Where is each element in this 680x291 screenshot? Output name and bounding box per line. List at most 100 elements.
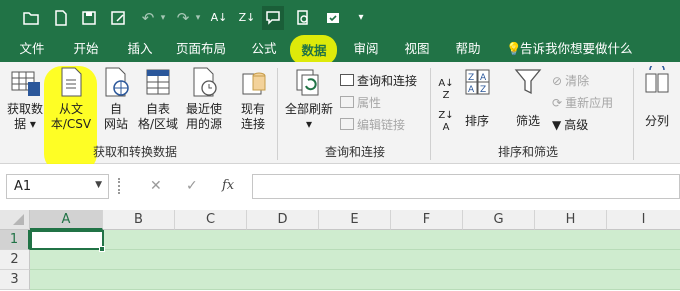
approve-icon[interactable]	[322, 6, 344, 30]
group-label-queries: 查询和连接	[324, 145, 385, 159]
insert-function-icon[interactable]: fx	[222, 178, 234, 193]
sort-ascending-icon[interactable]: A↓	[208, 6, 230, 30]
group-label-get-transform: 获取和转换数据	[92, 145, 177, 159]
column-header[interactable]: B	[103, 210, 175, 230]
queries-label: 查询和连接	[357, 74, 418, 88]
column-header[interactable]: H	[535, 210, 607, 230]
sort-icon: Z AA Z	[465, 69, 490, 95]
column-header[interactable]: E	[319, 210, 391, 230]
customize-qat-icon[interactable]: ▾	[350, 6, 372, 30]
text-to-columns-button[interactable]: 分列	[638, 62, 676, 138]
undo-dropdown-icon[interactable]: ▾	[152, 6, 174, 30]
tab-formulas[interactable]: 公式	[240, 36, 288, 62]
sort-az-icon: A↓ Z	[438, 78, 454, 101]
name-box-value: A1	[14, 179, 32, 194]
svg-text:A: A	[480, 73, 487, 83]
resize-handle[interactable]	[118, 178, 121, 194]
recent-sources-label-2: 用的源	[185, 117, 222, 131]
tab-view[interactable]: 视图	[393, 36, 441, 62]
fill-handle[interactable]	[99, 246, 105, 252]
refresh-all-label: 全部刷新	[284, 102, 333, 116]
from-csv-label-2: 本/CSV	[50, 117, 92, 131]
tab-review[interactable]: 审阅	[342, 36, 390, 62]
table-row[interactable]	[30, 270, 680, 290]
refresh-all-button[interactable]: 全部刷新 ▾	[282, 66, 336, 138]
from-text-csv-button[interactable]: 从文 本/CSV	[48, 66, 94, 138]
row-header[interactable]: 3	[0, 270, 30, 290]
column-header[interactable]: C	[175, 210, 247, 230]
formula-input[interactable]	[252, 174, 680, 199]
sort-za-button[interactable]: Z↓ A	[436, 110, 456, 134]
sort-za-icon: Z↓ A	[438, 110, 454, 133]
tab-insert[interactable]: 插入	[116, 36, 164, 62]
ribbon-data: 获取数 据 ▾ 从文 本/CSV 自 网站 自表 格/区域 最近使 用的源 现有…	[0, 62, 680, 172]
comment-icon[interactable]	[262, 6, 284, 30]
print-preview-icon[interactable]	[292, 6, 314, 30]
tab-data[interactable]: 数据	[294, 40, 334, 62]
open-folder-icon[interactable]	[20, 6, 42, 30]
name-box[interactable]: A1 ▼	[6, 174, 109, 199]
tell-me-box[interactable]: 💡告诉我你想要做什么	[506, 36, 646, 62]
properties-icon	[340, 96, 354, 108]
recent-sources-button[interactable]: 最近使 用的源	[181, 66, 227, 138]
sort-label: 排序	[464, 114, 489, 128]
tab-help[interactable]: 帮助	[444, 36, 492, 62]
filter-label: 筛选	[515, 114, 540, 128]
sort-descending-icon[interactable]: Z↓	[236, 6, 258, 30]
sort-az-button[interactable]: A↓ Z	[436, 78, 456, 102]
from-table-range-button[interactable]: 自表 格/区域	[136, 66, 180, 138]
save-icon[interactable]	[78, 6, 100, 30]
worksheet-grid: A B C D E F G H I 1 2 3	[0, 210, 680, 291]
edit-links-button[interactable]: 编辑链接	[340, 116, 405, 134]
row-header[interactable]: 2	[0, 250, 30, 270]
column-header[interactable]: F	[391, 210, 463, 230]
table-row[interactable]	[30, 250, 680, 270]
active-cell[interactable]	[30, 230, 104, 250]
lightbulb-icon: 💡	[506, 41, 522, 56]
clear-label: 清除	[565, 74, 590, 88]
column-header[interactable]: I	[607, 210, 680, 230]
column-header[interactable]: A	[30, 210, 103, 230]
recent-sources-label: 最近使	[185, 102, 222, 116]
select-all-button[interactable]	[0, 210, 30, 230]
get-data-label: 获取数	[6, 102, 43, 116]
reapply-label: 重新应用	[565, 96, 614, 110]
row-header[interactable]: 1	[0, 230, 30, 250]
existing-connections-button[interactable]: 现有 连接	[234, 66, 272, 138]
advanced-filter-button[interactable]: ▼ 高级	[552, 116, 588, 134]
get-data-button[interactable]: 获取数 据 ▾	[4, 66, 46, 138]
tab-file[interactable]: 文件	[8, 36, 56, 62]
svg-text:Z: Z	[468, 73, 474, 83]
tab-page-layout[interactable]: 页面布局	[170, 36, 232, 62]
from-csv-label: 从文	[58, 102, 83, 116]
sort-button[interactable]: ZAAZ 排序	[460, 66, 494, 138]
tab-home[interactable]: 开始	[62, 36, 110, 62]
clear-filter-button[interactable]: ⊘ 清除	[552, 72, 589, 90]
from-web-button[interactable]: 自 网站	[96, 66, 136, 138]
quick-access-toolbar: ↶ ▾ ↷ ▾ A↓ Z↓ ▾	[0, 0, 680, 36]
new-file-icon[interactable]	[50, 6, 72, 30]
existing-connections-icon	[242, 72, 266, 95]
chevron-down-icon[interactable]: ▼	[95, 180, 102, 190]
formula-bar-area: A1 ▼ ✕ ✓ fx	[0, 164, 680, 210]
redo-dropdown-icon[interactable]: ▾	[187, 6, 209, 30]
reapply-button[interactable]: ⟳ 重新应用	[552, 94, 613, 112]
queries-connections-button[interactable]: 查询和连接	[340, 72, 417, 90]
from-web-label: 自	[109, 102, 122, 116]
from-table-label: 自表	[145, 102, 170, 116]
table-row[interactable]	[30, 230, 680, 250]
web-icon	[105, 67, 129, 97]
filter-button[interactable]: 筛选	[508, 66, 548, 138]
filter-icon	[514, 69, 542, 95]
column-header[interactable]: D	[247, 210, 319, 230]
cancel-icon[interactable]: ✕	[150, 178, 162, 194]
text-to-columns-icon	[645, 62, 669, 93]
recent-sources-icon	[193, 67, 217, 97]
properties-label: 属性	[357, 96, 382, 110]
save-as-icon[interactable]	[107, 6, 129, 30]
properties-button[interactable]: 属性	[340, 94, 381, 112]
column-header[interactable]: G	[463, 210, 535, 230]
svg-text:A: A	[468, 85, 475, 95]
existing-label-2: 连接	[240, 117, 265, 131]
enter-icon[interactable]: ✓	[186, 178, 198, 194]
